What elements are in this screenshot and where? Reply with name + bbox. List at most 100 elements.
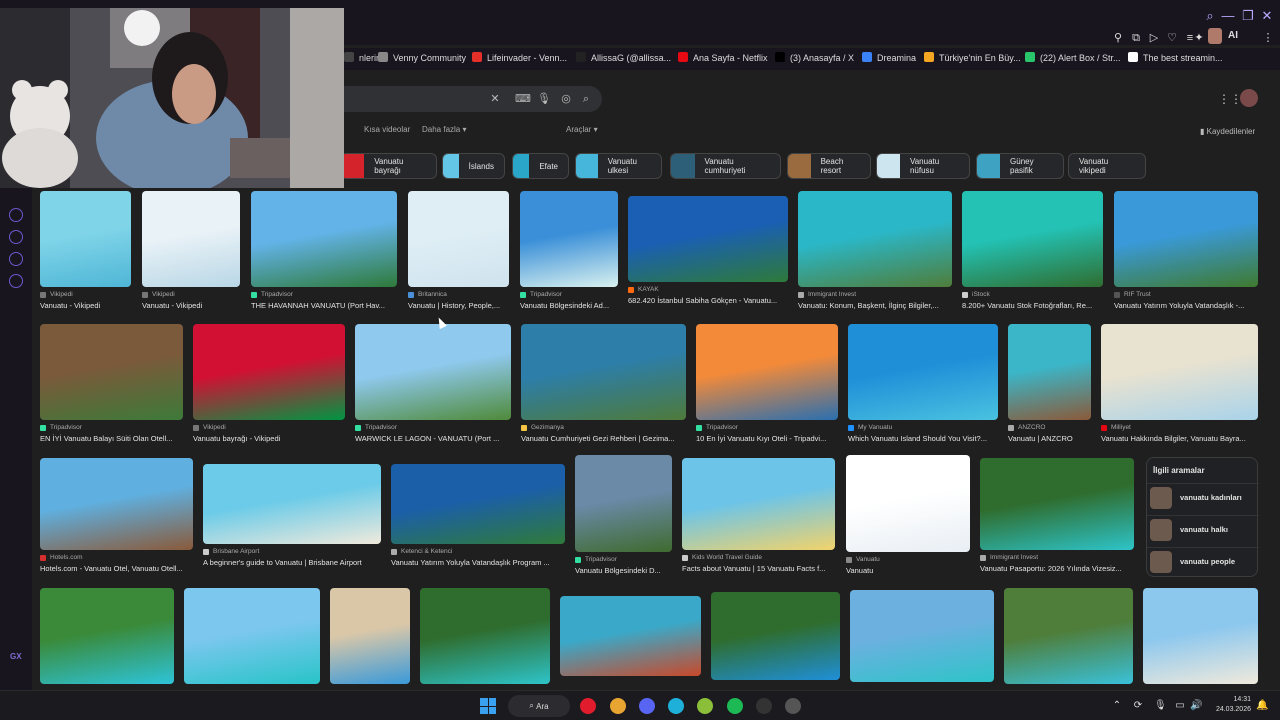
- extensions-sidebar-icon[interactable]: [9, 252, 23, 266]
- lens-icon[interactable]: ◎: [559, 92, 573, 106]
- taskbar-search[interactable]: ⌕ Ara: [508, 695, 570, 717]
- chip[interactable]: Vanuatu bayrağı: [340, 153, 437, 179]
- result-source[interactable]: Milliyet: [1101, 424, 1258, 431]
- result-thumbnail[interactable]: [1008, 324, 1091, 420]
- image-result[interactable]: Tripadvisor WARWICK LE LAGON - VANUATU (P…: [355, 324, 511, 443]
- result-thumbnail[interactable]: [575, 455, 672, 552]
- image-result[interactable]: Immigrant Invest Vanuatu: Konum, Başkent,…: [798, 191, 952, 310]
- result-source[interactable]: My Vanuatu: [848, 424, 998, 431]
- result-thumbnail[interactable]: [193, 324, 345, 420]
- result-thumbnail[interactable]: [1114, 191, 1258, 287]
- clock[interactable]: 14:31 24.03.2026: [1213, 695, 1251, 715]
- ai-button[interactable]: AI: [1228, 30, 1238, 41]
- minimize-icon[interactable]: —: [1220, 8, 1236, 24]
- result-title[interactable]: Vanuatu: [846, 566, 970, 575]
- result-title[interactable]: Vanuatu Pasaportu: 2026 Yılında Vizesiz.…: [980, 564, 1134, 573]
- bookmark-item[interactable]: nlerin: [344, 52, 381, 63]
- image-result[interactable]: [1143, 588, 1258, 684]
- result-thumbnail[interactable]: [798, 191, 952, 287]
- image-result[interactable]: My Vanuatu Which Vanuatu Island Should Yo…: [848, 324, 998, 443]
- result-title[interactable]: Vanuatu | ANZCRO: [1008, 434, 1091, 443]
- image-result[interactable]: [850, 590, 994, 682]
- result-title[interactable]: Facts about Vanuatu | 15 Vanuatu Facts f…: [682, 564, 835, 573]
- image-result[interactable]: Tripadvisor Vanuatu Bölgesindeki Ad...: [520, 191, 618, 310]
- related-search-item[interactable]: vanuatu kadınları: [1147, 483, 1259, 511]
- result-thumbnail[interactable]: [40, 458, 193, 550]
- close-icon[interactable]: ✕: [1259, 8, 1275, 24]
- bookmark-item[interactable]: Türkiye'nin En Büy...: [924, 52, 1021, 63]
- result-thumbnail[interactable]: [711, 592, 840, 680]
- result-thumbnail[interactable]: [682, 458, 835, 550]
- result-title[interactable]: 10 En İyi Vanuatu Kıyı Oteli - Tripadvi.…: [696, 434, 838, 443]
- result-source[interactable]: Tripadvisor: [251, 291, 397, 298]
- result-thumbnail[interactable]: [520, 191, 618, 287]
- result-title[interactable]: Hotels.com - Vanuatu Otel, Vanuatu Otell…: [40, 564, 193, 573]
- result-title[interactable]: WARWICK LE LAGON - VANUATU (Port ...: [355, 434, 511, 443]
- avatar[interactable]: [1208, 28, 1222, 44]
- result-thumbnail[interactable]: [521, 324, 686, 420]
- result-title[interactable]: Vanuatu Hakkında Bilgiler, Vanuatu Bayra…: [1101, 434, 1258, 443]
- result-title[interactable]: Vanuatu: Konum, Başkent, İlginç Bilgiler…: [798, 301, 952, 310]
- chip[interactable]: Beach resort: [787, 153, 871, 179]
- spotify-icon[interactable]: [727, 698, 743, 714]
- edge-icon[interactable]: [668, 698, 684, 714]
- pin-icon[interactable]: ⚲: [1110, 30, 1126, 46]
- chip[interactable]: Vanuatu cumhuriyeti: [670, 153, 781, 179]
- windows-start-icon[interactable]: [480, 698, 496, 714]
- bookmark-item[interactable]: Lifeinvader - Venn...: [472, 52, 567, 63]
- notification-icon[interactable]: 🔔: [1256, 700, 1268, 712]
- result-source[interactable]: Vikipedi: [193, 424, 345, 431]
- chip[interactable]: İslands: [442, 153, 505, 179]
- result-source[interactable]: Tripadvisor: [520, 291, 618, 298]
- related-search-item[interactable]: vanuatu halkı: [1147, 515, 1259, 543]
- result-thumbnail[interactable]: [251, 191, 397, 287]
- result-thumbnail[interactable]: [40, 588, 174, 684]
- result-source[interactable]: ANZCRO: [1008, 424, 1091, 431]
- tab-short-videos[interactable]: Kısa videolar: [364, 125, 410, 134]
- image-result[interactable]: Ketenci & Ketenci Vanuatu Yatırım Yoluyla…: [391, 464, 565, 567]
- clear-icon[interactable]: ✕: [488, 92, 502, 106]
- saved-link[interactable]: ▮ Kaydedilenler: [1200, 127, 1255, 136]
- result-thumbnail[interactable]: [203, 464, 381, 544]
- result-source[interactable]: Tripadvisor: [575, 556, 672, 563]
- search-input[interactable]: ✕ ⌨ 🎙 ◎ ⌕: [340, 86, 602, 112]
- result-thumbnail[interactable]: [1101, 324, 1258, 420]
- heart-icon[interactable]: ♡: [1164, 30, 1180, 46]
- result-thumbnail[interactable]: [560, 596, 701, 676]
- image-result[interactable]: [711, 592, 840, 680]
- result-title[interactable]: Vanuatu - Vikipedi: [142, 301, 240, 310]
- result-source[interactable]: Britannica: [408, 291, 509, 298]
- capcut-icon[interactable]: [756, 698, 772, 714]
- result-source[interactable]: Tripadvisor: [355, 424, 511, 431]
- related-search-item[interactable]: vanuatu people: [1147, 547, 1259, 575]
- chrome-icon[interactable]: [610, 698, 626, 714]
- result-title[interactable]: Vanuatu Cumhuriyeti Gezi Rehberi | Gezim…: [521, 434, 686, 443]
- result-title[interactable]: Which Vanuatu Island Should You Visit?..…: [848, 434, 998, 443]
- result-thumbnail[interactable]: [184, 588, 320, 684]
- result-thumbnail[interactable]: [628, 196, 788, 282]
- result-source[interactable]: RIF Trust: [1114, 291, 1258, 298]
- maximize-icon[interactable]: ❐: [1240, 8, 1256, 24]
- snapshot-icon[interactable]: ⧉: [1128, 30, 1144, 46]
- result-source[interactable]: Hotels.com: [40, 554, 193, 561]
- result-title[interactable]: Vanuatu Bölgesindeki Ad...: [520, 301, 618, 310]
- image-result[interactable]: [1004, 588, 1133, 684]
- image-result[interactable]: Brisbane Airport A beginner's guide to Va…: [203, 464, 381, 567]
- image-result[interactable]: Tripadvisor EN İYİ Vanuatu Balayı Süiti O…: [40, 324, 183, 443]
- chip[interactable]: Vanuatu ulkesi: [575, 153, 662, 179]
- history-icon[interactable]: [9, 230, 23, 244]
- mic-icon[interactable]: 🎙: [1154, 700, 1167, 712]
- result-thumbnail[interactable]: [962, 191, 1103, 287]
- image-result[interactable]: Tripadvisor 10 En İyi Vanuatu Kıyı Oteli …: [696, 324, 838, 443]
- image-result[interactable]: Vikipedi Vanuatu - Vikipedi: [40, 191, 131, 310]
- result-title[interactable]: Vanuatu Yatırım Yoluyla Vatandaşlık -...: [1114, 301, 1258, 310]
- image-result[interactable]: Gezimanya Vanuatu Cumhuriyeti Gezi Rehber…: [521, 324, 686, 443]
- result-title[interactable]: A beginner's guide to Vanuatu | Brisbane…: [203, 558, 381, 567]
- image-result[interactable]: Immigrant Invest Vanuatu Pasaportu: 2026 …: [980, 458, 1134, 573]
- result-title[interactable]: THE HAVANNAH VANUATU (Port Hav...: [251, 301, 397, 310]
- result-title[interactable]: Vanuatu Yatırım Yoluyla Vatandaşlık Prog…: [391, 558, 565, 567]
- image-result[interactable]: Kids World Travel Guide Facts about Vanua…: [682, 458, 835, 573]
- result-thumbnail[interactable]: [1004, 588, 1133, 684]
- play-icon[interactable]: ▷: [1146, 30, 1162, 46]
- settings-icon[interactable]: [9, 274, 23, 288]
